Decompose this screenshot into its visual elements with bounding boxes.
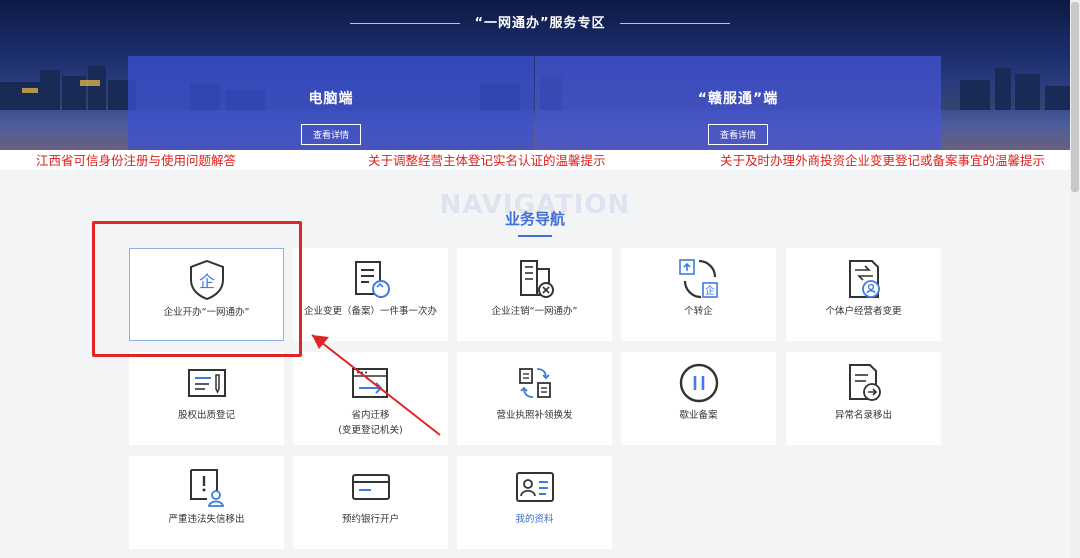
card-label: 股权出质登记 bbox=[177, 410, 235, 421]
card-label: 严重违法失信移出 bbox=[168, 514, 245, 525]
ganfutong-panel-title: “赣服通”端 bbox=[697, 91, 779, 107]
id-card-icon bbox=[515, 472, 554, 502]
document-user-icon bbox=[848, 260, 880, 298]
card-label: 预约银行开户 bbox=[341, 514, 399, 525]
card-equity-pledge[interactable]: 股权出质登记 bbox=[129, 352, 284, 445]
card-label: 我的资料 bbox=[515, 514, 554, 525]
banner-title: “一网通办”服务专区 bbox=[0, 12, 1080, 31]
svg-text:企: 企 bbox=[705, 284, 715, 297]
page-scrollbar[interactable] bbox=[1070, 0, 1080, 558]
ganfutong-details-button[interactable]: 查看详情 bbox=[707, 124, 768, 145]
highlight-box bbox=[92, 221, 302, 357]
scrollbar-thumb[interactable] bbox=[1071, 2, 1079, 192]
warning-user-icon bbox=[189, 469, 224, 507]
pc-panel: 电脑端 查看详情 bbox=[128, 56, 534, 150]
card-individual-to-enterprise[interactable]: 企 个转企 bbox=[621, 248, 776, 341]
person-to-enterprise-icon: 企 bbox=[678, 259, 718, 299]
notice-link-identity[interactable]: 江西省可信身份注册与使用问题解答 bbox=[36, 150, 236, 169]
card-label: 异常名录移出 bbox=[834, 410, 892, 421]
card-license-reissue[interactable]: 营业执照补领换发 bbox=[457, 352, 612, 445]
card-provincial-migration[interactable]: 省内迁移 (变更登记机关) bbox=[293, 352, 448, 445]
pause-icon bbox=[679, 363, 718, 403]
bank-card-icon bbox=[351, 474, 390, 500]
card-business-suspension[interactable]: 歇业备案 bbox=[621, 352, 776, 445]
license-exchange-icon bbox=[518, 368, 551, 398]
card-my-documents[interactable]: 我的资料 bbox=[457, 456, 612, 549]
pc-panel-title: 电脑端 bbox=[308, 91, 354, 107]
navigation-title-underline bbox=[518, 235, 552, 237]
ganfutong-panel: “赣服通”端 查看详情 bbox=[535, 56, 941, 150]
notice-link-realname[interactable]: 关于调整经营主体登记实名认证的温馨提示 bbox=[368, 150, 606, 169]
service-banner: “一网通办”服务专区 电脑端 查看详情 “赣服通”端 查看详情 bbox=[0, 0, 1080, 150]
card-label: 歇业备案 bbox=[679, 410, 718, 421]
card-label: 个体户经营者变更 bbox=[825, 306, 902, 317]
notice-link-foreign[interactable]: 关于及时办理外商投资企业变更登记或备案事宜的温馨提示 bbox=[720, 150, 1045, 169]
card-individual-operator-change[interactable]: 个体户经营者变更 bbox=[786, 248, 941, 341]
card-label: 个转企 bbox=[684, 306, 713, 317]
card-label: 省内迁移 bbox=[351, 410, 390, 421]
form-pen-icon bbox=[187, 369, 226, 397]
card-abnormal-list-removal[interactable]: 异常名录移出 bbox=[786, 352, 941, 445]
card-label: 企业变更（备案）一件事一次办 bbox=[303, 306, 437, 317]
card-label: 企业注销“一网通办” bbox=[491, 306, 578, 317]
notice-bar: 江西省可信身份注册与使用问题解答 关于调整经营主体登记实名认证的温馨提示 关于及… bbox=[0, 150, 1080, 170]
pc-details-button[interactable]: 查看详情 bbox=[300, 124, 361, 145]
building-cancel-icon bbox=[519, 260, 554, 298]
card-sublabel: (变更登记机关) bbox=[338, 425, 403, 436]
card-label: 营业执照补领换发 bbox=[496, 410, 573, 421]
window-arrow-icon bbox=[351, 368, 388, 398]
card-serious-violation-removal[interactable]: 严重违法失信移出 bbox=[129, 456, 284, 549]
document-refresh-icon bbox=[354, 261, 390, 298]
card-enterprise-change[interactable]: 企业变更（备案）一件事一次办 bbox=[293, 248, 448, 341]
card-enterprise-cancel[interactable]: 企业注销“一网通办” bbox=[457, 248, 612, 341]
card-bank-account-booking[interactable]: 预约银行开户 bbox=[293, 456, 448, 549]
document-arrow-icon bbox=[848, 364, 881, 401]
